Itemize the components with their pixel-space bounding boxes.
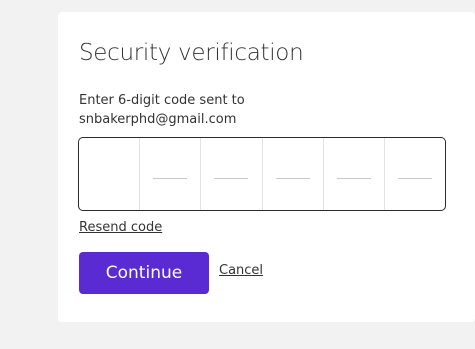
instructions-text: Enter 6-digit code sent to snbakerphd@gm… (79, 91, 245, 129)
code-input-group[interactable] (78, 137, 446, 211)
digit-placeholder-dash (275, 178, 310, 179)
code-digit-4[interactable] (261, 138, 323, 210)
dialog-title: Security verification (79, 40, 304, 66)
code-digit-3[interactable] (200, 138, 261, 210)
code-digit-6[interactable] (383, 138, 445, 210)
code-digit-2[interactable] (139, 138, 200, 210)
digit-placeholder-dash (397, 178, 432, 179)
email-address: snbakerphd@gmail.com (79, 112, 237, 127)
verification-card: Security verification Enter 6-digit code… (58, 12, 475, 322)
digit-placeholder-dash (214, 178, 249, 179)
digit-placeholder-dash (153, 178, 188, 179)
code-digit-5[interactable] (322, 138, 384, 210)
resend-code-link[interactable]: Resend code (79, 220, 162, 235)
continue-button[interactable]: Continue (79, 252, 209, 294)
cancel-link[interactable]: Cancel (219, 263, 263, 278)
instruction-line-1: Enter 6-digit code sent to (79, 93, 245, 108)
code-digit-1[interactable] (79, 138, 139, 210)
digit-placeholder-dash (336, 178, 371, 179)
